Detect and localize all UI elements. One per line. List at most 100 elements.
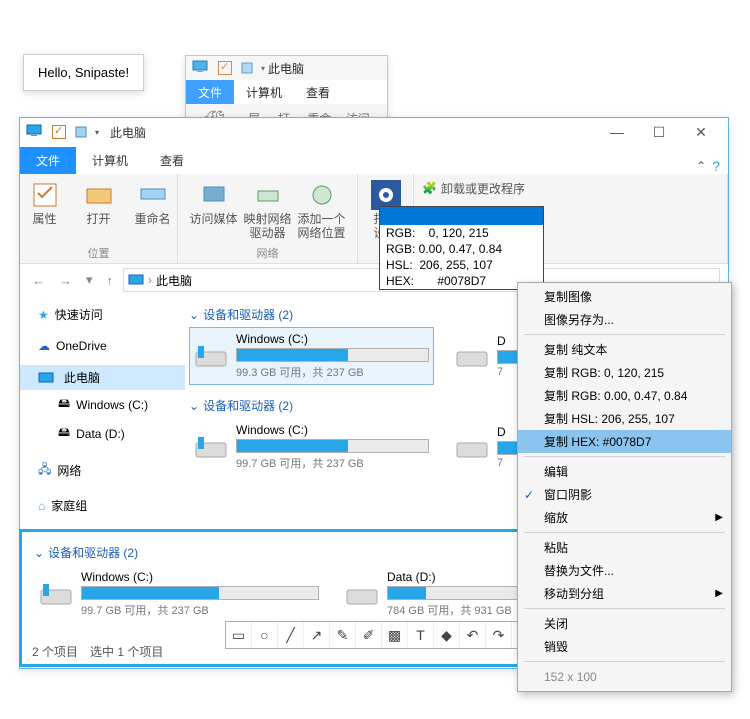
ribbon-rename[interactable]: 重命名 <box>129 178 177 226</box>
window-title: 此电脑 <box>110 124 146 141</box>
color-picker-popup: RGB: 0, 120, 215 RGB: 0.00, 0.47, 0.84 H… <box>379 206 544 290</box>
strip-drive-c[interactable]: Windows (C:) 99.7 GB 可用，共 237 GB <box>34 565 324 623</box>
drive-sub: 99.3 GB 可用，共 237 GB <box>236 364 429 380</box>
quick-access-icon <box>74 125 88 139</box>
nav-history[interactable]: ▾ <box>82 272 97 288</box>
chevron-down-icon: ⌄ <box>189 399 199 413</box>
menu-item[interactable]: 移动到分组▶ <box>518 582 731 605</box>
drive-sub: 99.7 GB 可用，共 237 GB <box>236 455 429 471</box>
menu-item[interactable]: 图像另存为... <box>518 308 731 331</box>
menu-item[interactable]: 编辑 <box>518 460 731 483</box>
tool-arrow[interactable]: ↗ <box>304 622 330 648</box>
ribbon-tabs: 文件 计算机 查看 ⌃? <box>20 146 728 174</box>
tool-text[interactable]: T <box>408 622 434 648</box>
disk-icon <box>455 339 489 373</box>
ribbon-group-location: 位置 <box>88 243 110 263</box>
tool-redo[interactable]: ↷ <box>486 622 512 648</box>
context-menu: 复制图像图像另存为...复制 纯文本复制 RGB: 0, 120, 215复制 … <box>517 282 732 692</box>
menu-item[interactable]: 复制 纯文本 <box>518 338 731 361</box>
chevron-down-icon: ⌄ <box>189 308 199 322</box>
close-button[interactable]: ✕ <box>680 124 722 141</box>
nav-this-pc[interactable]: 此电脑 <box>20 365 185 390</box>
tool-eraser[interactable]: ◆ <box>434 622 460 648</box>
menu-item[interactable]: 复制图像 <box>518 285 731 308</box>
drive-name: Windows (C:) <box>236 332 429 346</box>
ribbon-group-network: 网络 <box>257 243 279 263</box>
color-rgb: RGB: 0, 120, 215 <box>380 225 543 241</box>
ribbon-properties[interactable]: 属性 <box>21 178 69 226</box>
help-icon[interactable]: ? <box>712 158 720 174</box>
nav-back[interactable]: ← <box>28 273 49 288</box>
pc-icon <box>26 124 42 140</box>
drive-c[interactable]: Windows (C:) 99.3 GB 可用，共 237 GB <box>189 327 434 385</box>
drive-name: Windows (C:) <box>81 570 319 584</box>
disk-icon: 🖴 <box>58 423 70 444</box>
pc-icon <box>38 372 54 384</box>
nav-onedrive[interactable]: ☁OneDrive <box>20 335 185 357</box>
maximize-button[interactable]: ☐ <box>638 124 680 141</box>
drive-c-2[interactable]: Windows (C:) 99.7 GB 可用，共 237 GB <box>189 418 434 476</box>
nav-drive-c[interactable]: 🖴Windows (C:) <box>20 390 185 419</box>
menu-item[interactable]: 复制 HEX: #0078D7 <box>518 430 731 453</box>
nav-homegroup[interactable]: ⌂家庭组 <box>20 493 185 518</box>
menu-item[interactable]: 关闭 <box>518 612 731 635</box>
drive-sub: 99.7 GB 可用，共 237 GB <box>81 602 319 618</box>
tool-pencil[interactable]: ✎ <box>330 622 356 648</box>
menu-item[interactable]: 粘贴 <box>518 536 731 559</box>
ribbon-collapse-icon[interactable]: ⌃ <box>696 159 706 173</box>
checkbox-icon <box>218 61 232 75</box>
nav-forward[interactable]: → <box>55 273 76 288</box>
disk-icon <box>194 339 228 373</box>
pc-icon <box>128 274 144 286</box>
ribbon-map-drive[interactable]: 映射网络 驱动器 <box>244 178 292 241</box>
menu-item[interactable]: 复制 RGB: 0.00, 0.47, 0.84 <box>518 384 731 407</box>
ribbon-media[interactable]: 访问媒体 <box>190 178 238 241</box>
tab-file[interactable]: 文件 <box>20 147 76 174</box>
tool-marker[interactable]: ✐ <box>356 622 382 648</box>
tab-view[interactable]: 查看 <box>144 147 200 174</box>
disk-icon <box>194 430 228 464</box>
menu-item[interactable]: 销毁 <box>518 635 731 658</box>
checkbox-icon <box>52 125 66 139</box>
ribbon: 属性 打开 重命名 位置 访问媒体 映射网络 驱动器 添加一个 网络位置 网络 … <box>20 174 728 264</box>
ribbon-uninstall[interactable]: 🧩卸载或更改程序 <box>422 178 525 198</box>
snipaste-note: Hello, Snipaste! <box>23 54 144 91</box>
float-tab-view[interactable]: 查看 <box>294 80 342 104</box>
tool-ellipse[interactable]: ○ <box>252 622 278 648</box>
menu-item[interactable]: ✓窗口阴影 <box>518 483 731 506</box>
tab-computer[interactable]: 计算机 <box>76 147 144 174</box>
nav-up[interactable]: ↑ <box>103 273 118 288</box>
tool-undo[interactable]: ↶ <box>460 622 486 648</box>
quick-access-icon <box>240 61 254 75</box>
tool-rect[interactable]: ▭ <box>226 622 252 648</box>
menu-item[interactable]: 复制 RGB: 0, 120, 215 <box>518 361 731 384</box>
dropdown-arrow-icon: ▾ <box>95 128 99 137</box>
menu-item[interactable]: 缩放▶ <box>518 506 731 529</box>
tool-mosaic[interactable]: ▩ <box>382 622 408 648</box>
ribbon-open[interactable]: 打开 <box>75 178 123 226</box>
titlebar: ▾ 此电脑 — ☐ ✕ <box>20 118 728 146</box>
float-tab-computer[interactable]: 计算机 <box>234 80 294 104</box>
ribbon-add-location[interactable]: 添加一个 网络位置 <box>298 178 346 241</box>
nav-drive-d[interactable]: 🖴Data (D:) <box>20 419 185 448</box>
home-icon: ⌂ <box>38 499 45 513</box>
float-title: 此电脑 <box>268 60 304 77</box>
network-icon: 🖧 <box>38 460 51 481</box>
float-tab-file[interactable]: 文件 <box>186 80 234 104</box>
dropdown-arrow-icon: ▾ <box>261 64 265 73</box>
nav-network[interactable]: 🖧网络 <box>20 456 185 485</box>
status-selected: 选中 1 个项目 <box>90 643 163 660</box>
pc-icon <box>192 60 208 76</box>
color-rgbf: RGB: 0.00, 0.47, 0.84 <box>380 241 543 257</box>
drive-name: Windows (C:) <box>236 423 429 437</box>
menu-item[interactable]: 复制 HSL: 206, 255, 107 <box>518 407 731 430</box>
tool-line[interactable]: ╱ <box>278 622 304 648</box>
minimize-button[interactable]: — <box>596 124 638 141</box>
chevron-down-icon: ⌄ <box>34 546 44 560</box>
disk-icon: 🖴 <box>58 394 70 415</box>
star-icon: ★ <box>38 308 49 322</box>
nav-quick-access[interactable]: ★快速访问 <box>20 302 185 327</box>
status-count: 2 个项目 <box>32 643 78 660</box>
menu-item[interactable]: 替换为文件... <box>518 559 731 582</box>
disk-icon <box>455 430 489 464</box>
